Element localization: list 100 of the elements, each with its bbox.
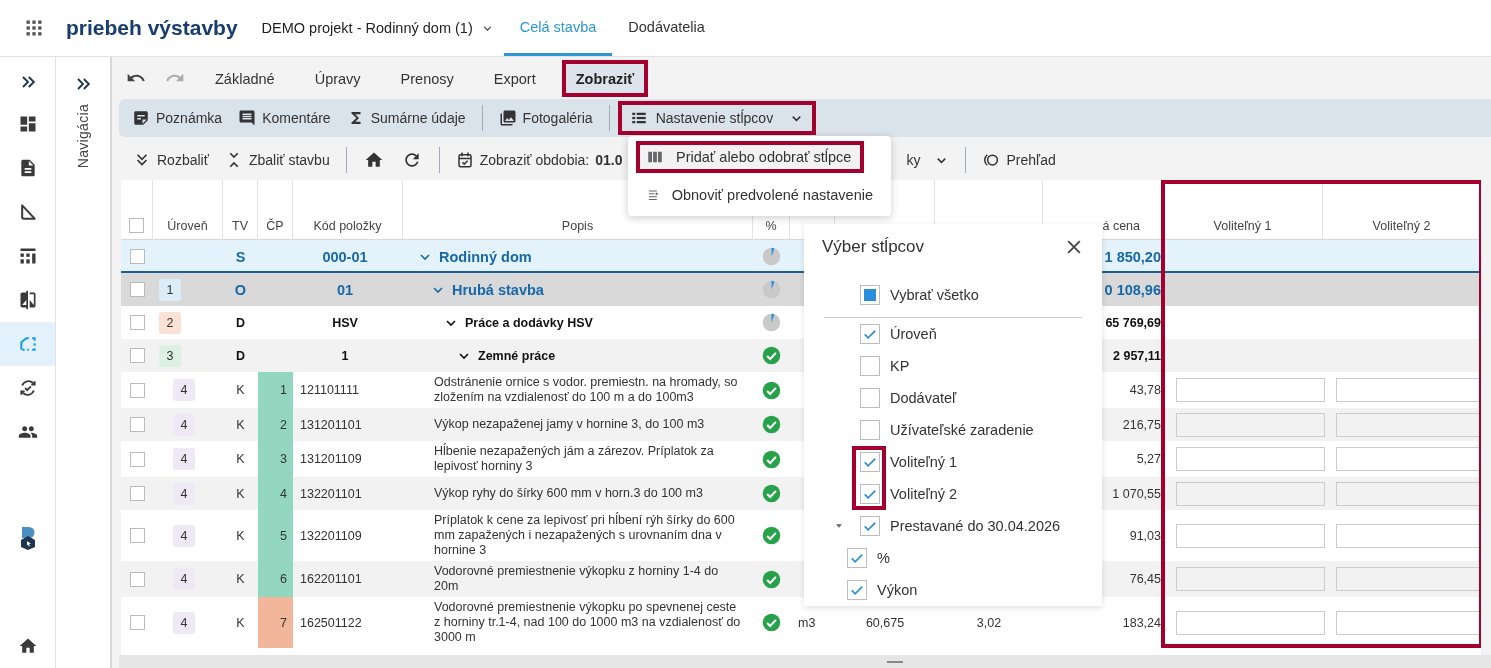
checkbox[interactable]: [860, 285, 880, 305]
table-cell-text: 131201101: [299, 416, 363, 434]
ribbon-tab[interactable]: Základné: [195, 60, 295, 97]
checkbox[interactable]: [847, 548, 867, 568]
input-field[interactable]: [1336, 523, 1481, 548]
checkbox[interactable]: [860, 452, 880, 472]
input-field[interactable]: [1336, 412, 1481, 437]
table-cell: 2: [258, 408, 293, 441]
table-cell-text: 162501122: [299, 614, 363, 632]
checkbox-label: Voliteľný 2: [890, 486, 958, 502]
table-cell-text: K: [235, 527, 246, 545]
input-field[interactable]: [1336, 567, 1481, 591]
input-field[interactable]: [1176, 447, 1325, 471]
app-title: priebeh výstavby: [66, 16, 238, 40]
checkbox[interactable]: [860, 324, 880, 344]
input-field[interactable]: [1336, 610, 1481, 635]
table-cell: 5: [258, 510, 293, 561]
level-badge: 4: [173, 611, 195, 634]
checkbox[interactable]: [860, 356, 880, 376]
toolbar-button[interactable]: Rozbaliť: [125, 144, 217, 176]
table-cell-text: Výkop ryhy do šírky 600 mm v horn.3 do 100 m3: [433, 485, 704, 502]
panel-title[interactable]: Navigácia: [75, 104, 91, 169]
table-cell: 7: [258, 597, 293, 648]
toolbar-button[interactable]: Nastavenie stĺpcov: [617, 101, 817, 135]
table-cell-text: K: [235, 416, 246, 434]
table-cell: 5,27: [1136, 452, 1161, 466]
table-cell: 65 769,69: [1105, 315, 1161, 330]
table-cell: 76,45: [1129, 572, 1161, 586]
table-cell-text: 01: [335, 280, 355, 300]
table-cell-text: Vodorovné premiestnenie výkopku po spevnenej ceste z horniny tr.1-4, nad 100 do 1000 m3 na vzdialenosť do 3000 m: [433, 599, 742, 646]
ribbon-tab[interactable]: Úpravy: [294, 60, 381, 97]
checkbox[interactable]: [847, 580, 867, 600]
level-badge: 1: [159, 278, 181, 301]
project-dropdown[interactable]: DEMO projekt - Rodinný dom (1): [261, 20, 494, 36]
table-cell: 1 070,55: [1112, 486, 1161, 501]
table-cell-text: D: [235, 347, 246, 365]
sync-check-icon: [17, 378, 38, 398]
apps-icon[interactable]: [24, 18, 44, 38]
group-title: Zemné práce: [478, 348, 556, 363]
level-badge: 4: [173, 448, 195, 470]
checkbox-label: Úroveň: [890, 326, 937, 342]
table-cell-text: 162201101: [299, 571, 363, 588]
table-cell-text: K: [235, 485, 246, 503]
calendar-icon: [455, 151, 474, 169]
scrollbar-handle[interactable]: [887, 660, 903, 663]
toolbar-button[interactable]: Poznámka: [124, 102, 231, 134]
table-cell-text: K: [235, 451, 246, 468]
level-badge: 4: [173, 379, 195, 401]
table-cell: 1 850,20: [1104, 248, 1161, 265]
checkbox-label: Voliteľný 1: [890, 454, 958, 470]
home-icon[interactable]: [363, 150, 384, 170]
group-title: Práce a dodávky HSV: [465, 315, 593, 330]
toolbar-button[interactable]: Zbaliť stavbu: [216, 144, 338, 176]
checkbox[interactable]: [860, 388, 880, 408]
dropdown-button[interactable]: ky: [898, 144, 958, 176]
checkbox[interactable]: [860, 420, 880, 440]
table-cell-text: K: [235, 571, 246, 588]
period-button[interactable]: Zobraziť obdobia: 01.0: [447, 144, 631, 176]
ribbon-tab[interactable]: Zobraziť: [561, 60, 649, 97]
checkbox[interactable]: [860, 484, 880, 504]
checkbox[interactable]: [129, 218, 144, 233]
nav-tab[interactable]: Dodávatelia: [612, 0, 721, 56]
group-title: Hrubá stavba: [452, 281, 544, 298]
toolbar-button[interactable]: Prehľad: [974, 144, 1064, 176]
table-cell: 6: [258, 561, 293, 597]
ribbon-tab[interactable]: Prenosy: [380, 60, 474, 97]
table-cell-text: 121101111: [299, 382, 360, 399]
checkbox[interactable]: [860, 516, 880, 536]
checkbox-label: Výkon: [877, 582, 918, 598]
note-icon: [132, 109, 150, 127]
table-cell-text: O: [233, 280, 248, 300]
toolbar-button[interactable]: Sumárne údaje: [338, 102, 474, 134]
table-cell-text: 1: [340, 347, 350, 365]
menu-item[interactable]: Pridať alebo odobrať stĺpce: [636, 141, 864, 173]
toolbar-button[interactable]: Fotogaléria: [490, 102, 601, 134]
input-field[interactable]: [1176, 378, 1325, 402]
table-cell-text: 000-01: [321, 247, 369, 267]
input-field[interactable]: [1176, 523, 1325, 548]
table-cell-text: 3,02: [975, 614, 1003, 632]
table-cell-text: m3: [797, 614, 817, 632]
floor-plan-icon: [17, 334, 38, 354]
table-cell-text: 60,675: [864, 614, 906, 632]
table-cell-text: HSV: [331, 314, 359, 332]
input-field[interactable]: [1336, 378, 1481, 402]
ribbon-tab[interactable]: Export: [473, 60, 556, 97]
table-cell: 216,75: [1122, 417, 1161, 432]
table-cell-text: K: [235, 614, 246, 632]
level-badge: 4: [173, 568, 195, 590]
toolbar-button[interactable]: Komentáre: [230, 102, 339, 134]
checkbox-label: Užívateľské zaradenie: [890, 422, 1034, 438]
input-field[interactable]: [1176, 567, 1325, 591]
table-cell: 4: [258, 477, 293, 510]
input-field[interactable]: [1336, 447, 1481, 471]
input-field[interactable]: [1176, 610, 1325, 635]
level-badge: 4: [173, 482, 195, 505]
input-field[interactable]: [1176, 481, 1325, 506]
input-field[interactable]: [1336, 481, 1481, 506]
table-cell: 183,24: [1122, 615, 1161, 630]
input-field[interactable]: [1176, 412, 1325, 437]
table-cell-text: 132201109: [299, 527, 363, 545]
